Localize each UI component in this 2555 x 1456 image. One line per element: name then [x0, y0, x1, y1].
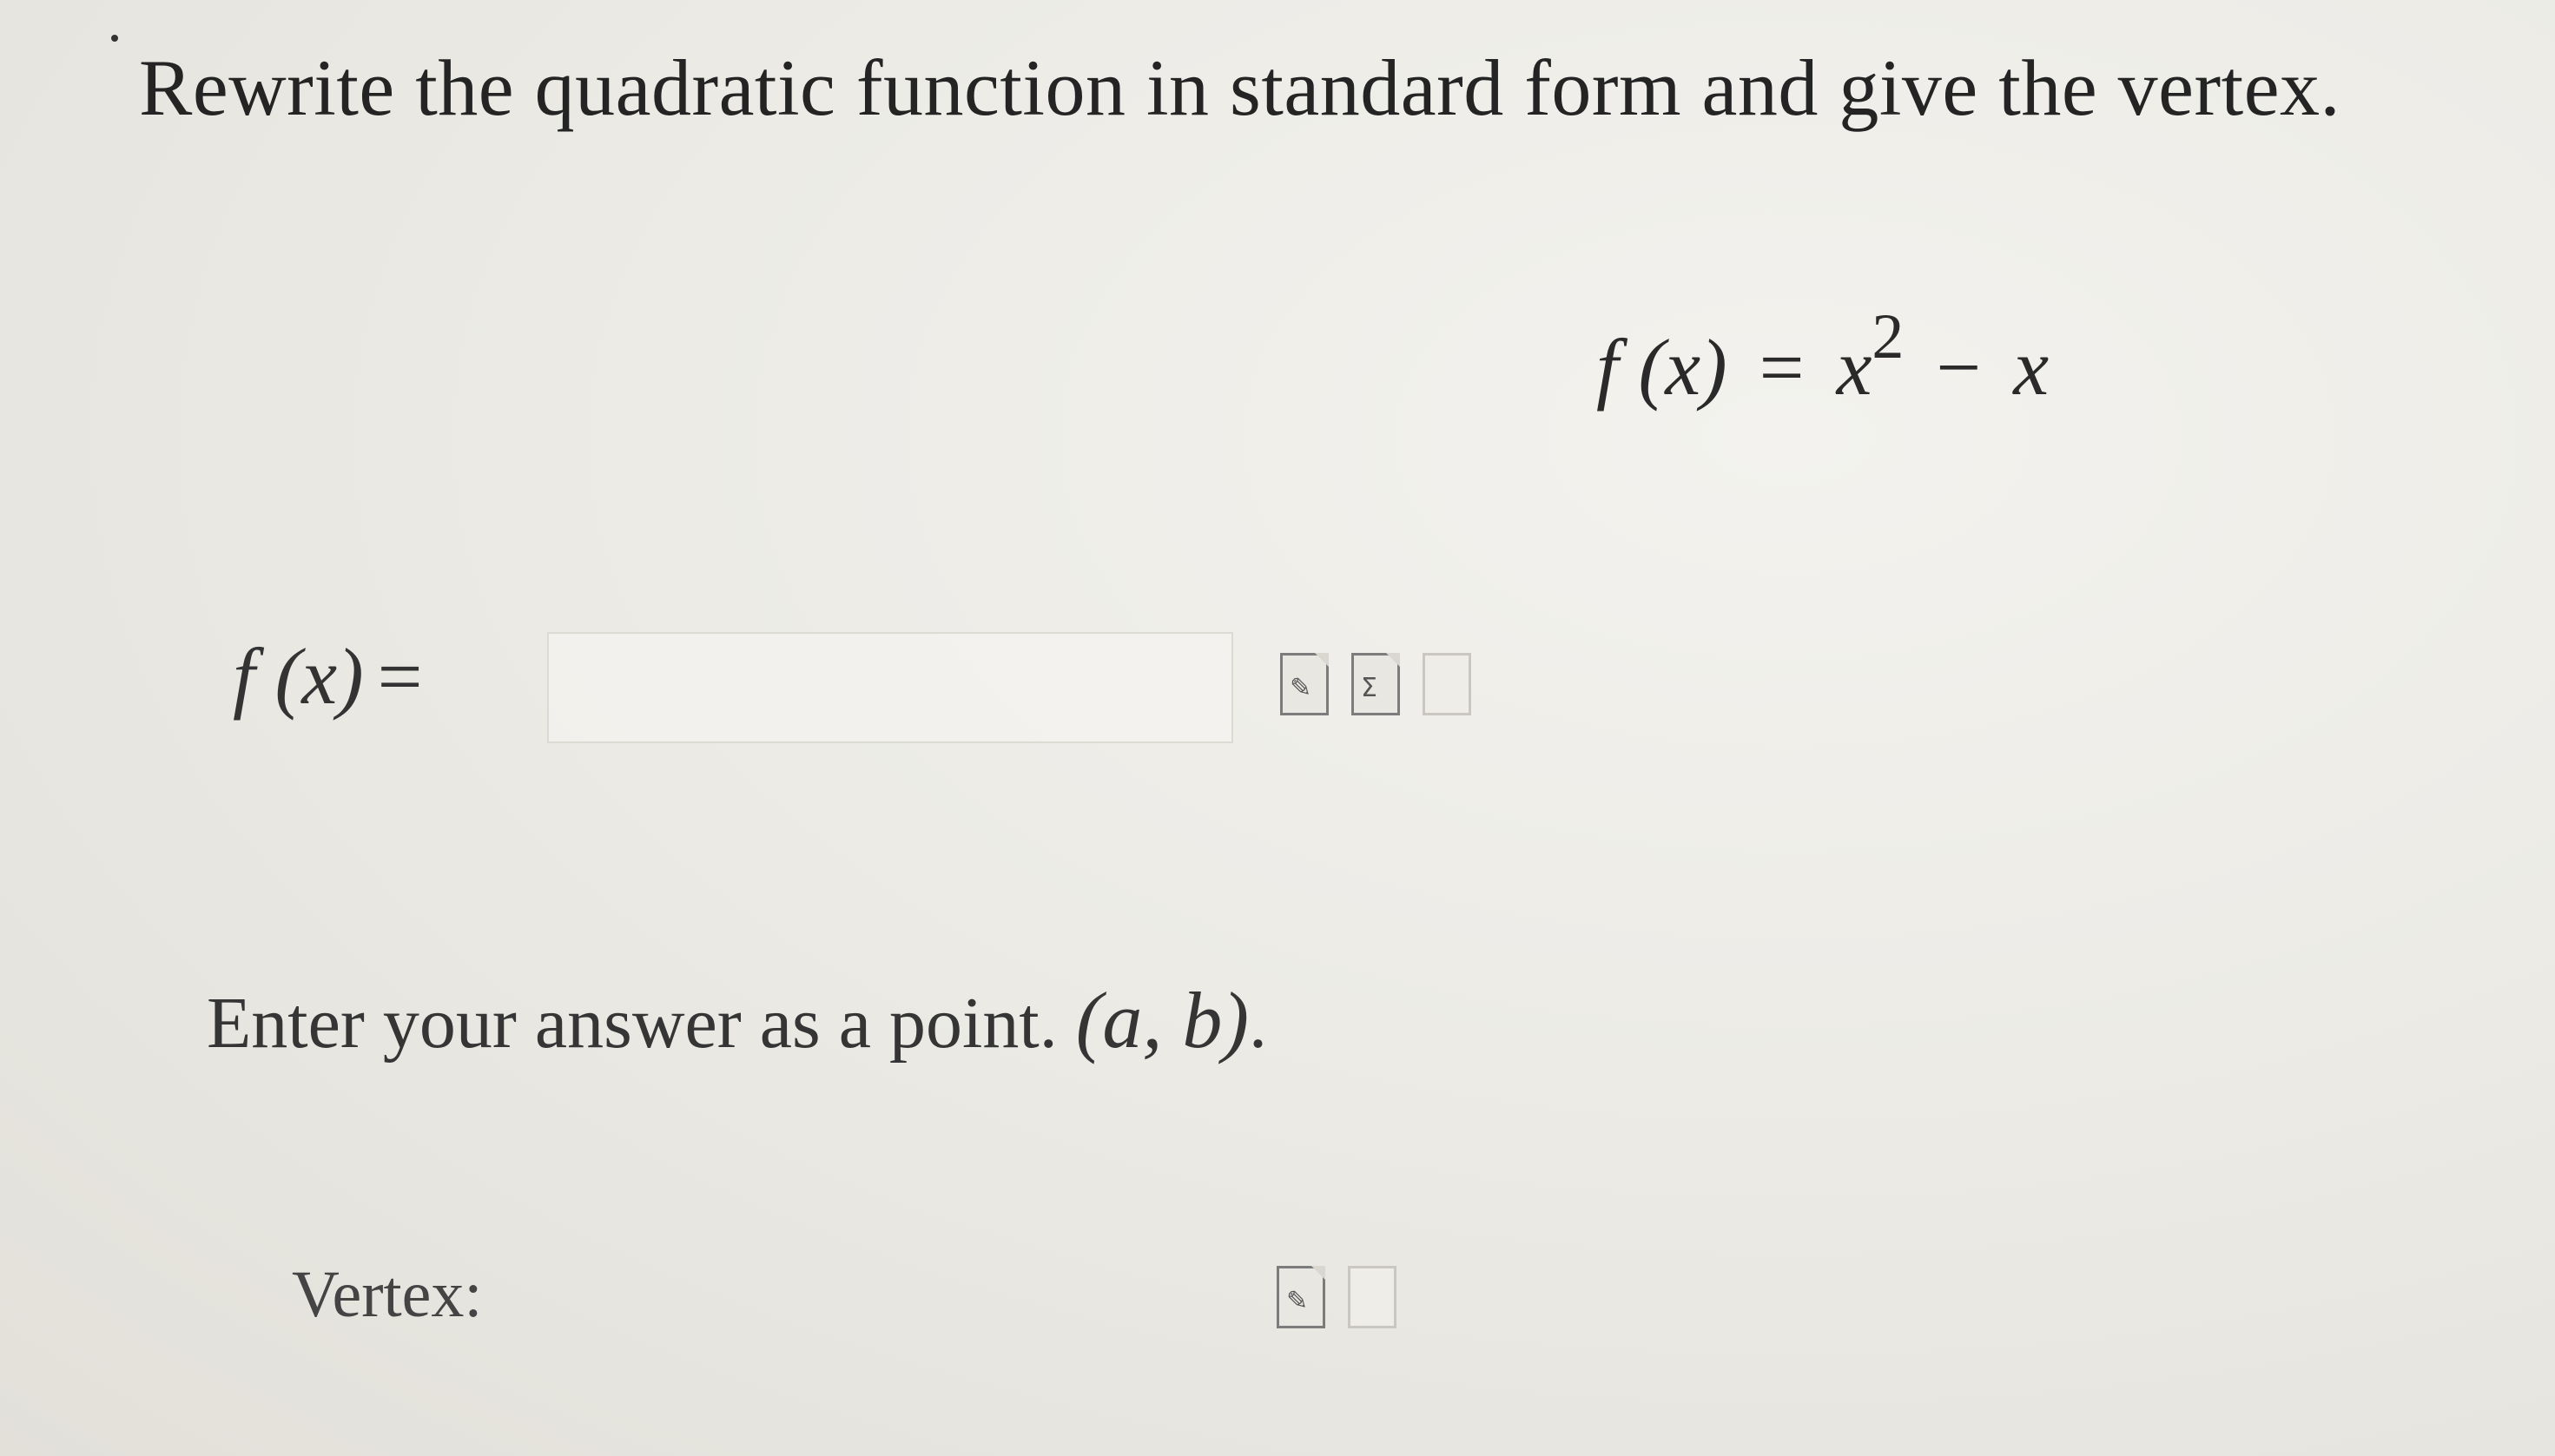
- given-lhs: f (x): [1596, 323, 1727, 412]
- question-page: Rewrite the quadratic function in standa…: [0, 0, 2555, 1456]
- given-equals: =: [1759, 323, 1805, 412]
- question-instruction: Rewrite the quadratic function in standa…: [139, 43, 2341, 132]
- answer-fx-label: f (x) =: [233, 630, 423, 722]
- vertex-help-icon[interactable]: [1348, 1266, 1396, 1328]
- vertex-label: Vertex:: [292, 1258, 483, 1331]
- hint-point-format: (a, b): [1075, 976, 1249, 1064]
- answer-fx-row: f (x) =: [233, 630, 423, 722]
- hint-text: Enter your answer as a point.: [207, 983, 1076, 1064]
- given-term1-base: x: [1836, 323, 1872, 412]
- answer-fx-lhs: f (x): [233, 632, 364, 721]
- standard-form-input[interactable]: [547, 632, 1233, 743]
- given-term1-exponent: 2: [1872, 301, 1905, 372]
- answer-fx-equals: =: [377, 632, 423, 721]
- vertex-edit-icon[interactable]: ✎: [1277, 1266, 1325, 1328]
- hint-end: .: [1248, 983, 1267, 1064]
- given-minus: −: [1936, 323, 1982, 412]
- edit-math-icon[interactable]: ✎: [1280, 653, 1329, 715]
- given-function: f (x) = x2 − x: [1596, 301, 2050, 413]
- given-term2: x: [2013, 323, 2050, 412]
- help-icon[interactable]: [1423, 653, 1471, 715]
- preview-icon[interactable]: Σ: [1351, 653, 1400, 715]
- bullet-mark: [111, 35, 118, 42]
- answer-format-hint: Enter your answer as a point. (a, b).: [207, 974, 1267, 1066]
